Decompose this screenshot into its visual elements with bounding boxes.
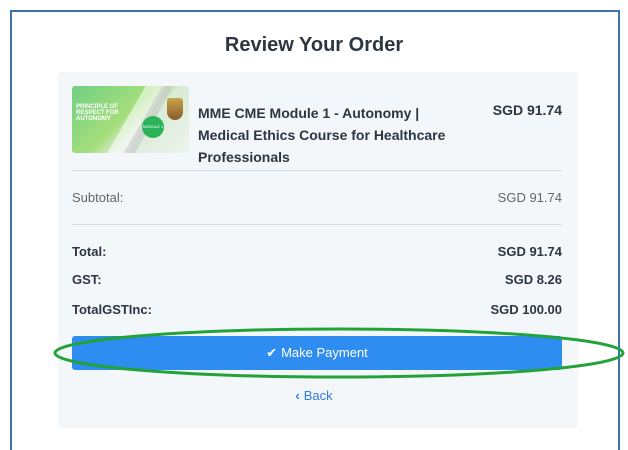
chevron-left-icon: ‹ bbox=[295, 388, 300, 403]
divider bbox=[72, 170, 562, 171]
total-value: SGD 91.74 bbox=[497, 244, 562, 259]
thumbnail-badge: MODULE 1 bbox=[142, 116, 164, 138]
subtotal-label: Subtotal: bbox=[72, 190, 124, 205]
check-icon: ✔ bbox=[266, 345, 278, 360]
page-title: Review Your Order bbox=[224, 34, 404, 56]
make-payment-label: Make Payment bbox=[281, 345, 368, 360]
crest-logo-icon bbox=[167, 98, 183, 120]
back-label: Back bbox=[303, 388, 333, 403]
thumbnail-heading: PRINCIPLE OF RESPECT FOR AUTONOMY bbox=[76, 104, 119, 122]
product-name: MME CME Module 1 - Autonomy | Medical Et… bbox=[198, 105, 446, 165]
divider bbox=[72, 224, 562, 225]
total-label: Total: bbox=[72, 244, 107, 259]
subtotal-value: SGD 91.74 bbox=[497, 190, 562, 205]
gst-label: GST: bbox=[72, 272, 102, 287]
make-payment-button[interactable]: ✔ Make Payment bbox=[72, 336, 562, 370]
product-price: SGD 91.74 bbox=[492, 102, 562, 118]
total-gst-inc-value: SGD 100.00 bbox=[490, 302, 562, 317]
back-link[interactable]: ‹ Back bbox=[0, 388, 628, 403]
gst-value: SGD 8.26 bbox=[504, 272, 562, 287]
product-thumbnail: PRINCIPLE OF RESPECT FOR AUTONOMY MODULE… bbox=[72, 86, 189, 153]
total-gst-inc-label: TotalGSTInc: bbox=[72, 302, 152, 317]
